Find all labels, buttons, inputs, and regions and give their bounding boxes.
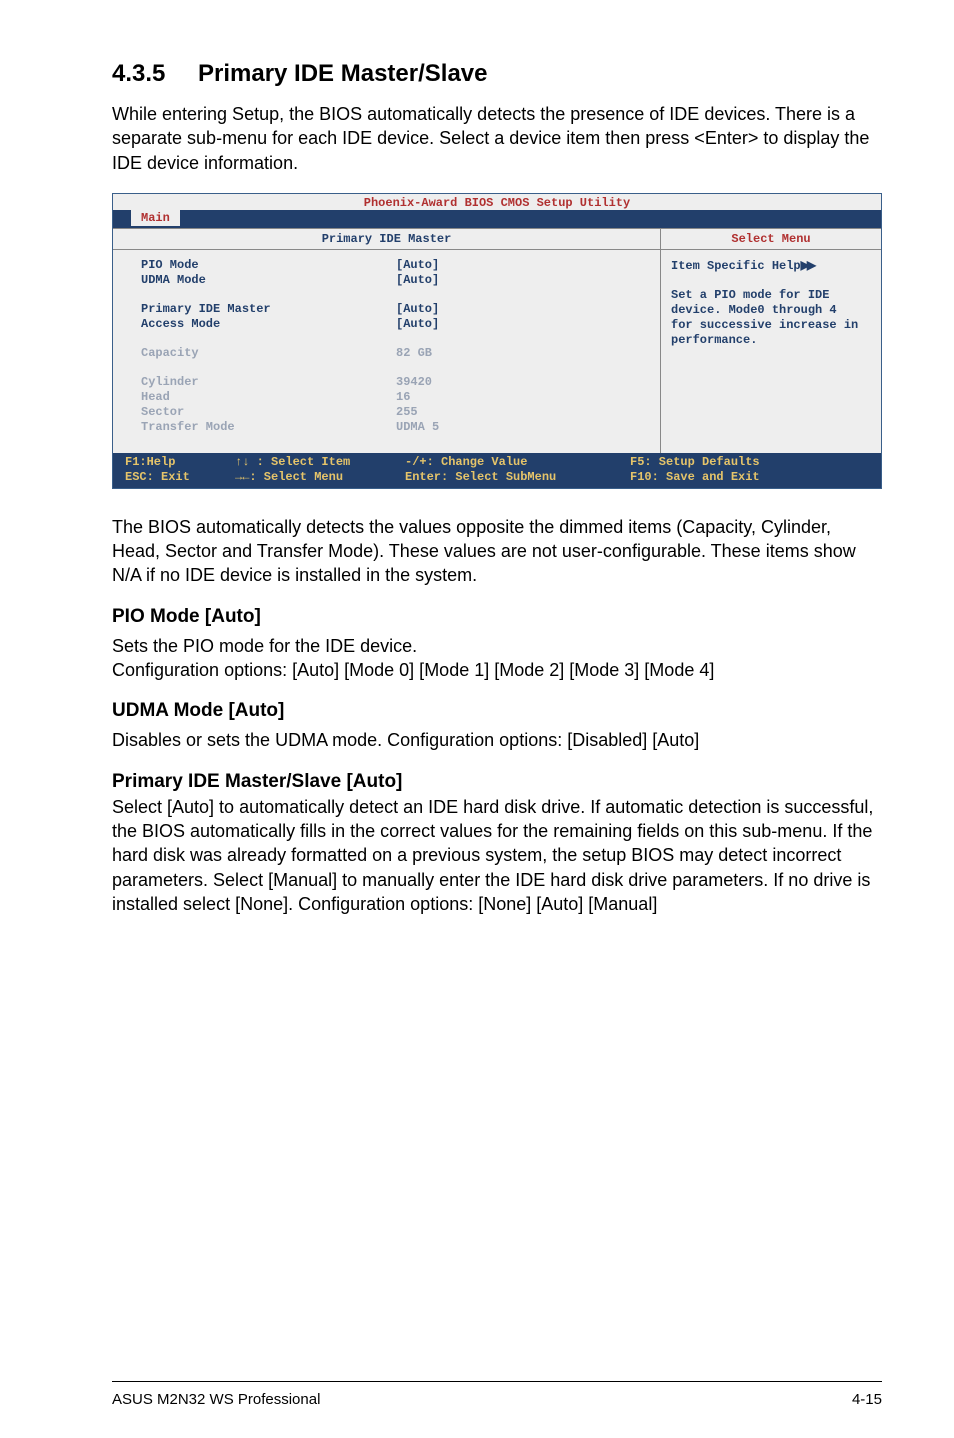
label: Sector: [141, 405, 396, 420]
value: 82 GB: [396, 346, 432, 361]
label: Primary IDE Master: [141, 302, 396, 317]
bios-row-primary-master[interactable]: Primary IDE Master[Auto]: [113, 302, 660, 317]
value: [Auto]: [396, 302, 439, 317]
footer-key-help: F1:Help: [125, 455, 235, 470]
section-title: Primary IDE Master/Slave: [198, 60, 488, 87]
bios-body: PIO Mode[Auto] UDMA Mode[Auto] Primary I…: [113, 250, 881, 453]
footer-product: ASUS M2N32 WS Professional: [112, 1391, 320, 1408]
bios-help-line: for successive increase in: [671, 318, 871, 333]
primary-ide-body: Select [Auto] to automatically detect an…: [112, 795, 882, 916]
bios-left-header: Primary IDE Master: [113, 229, 661, 249]
bios-row-transfer: Transfer ModeUDMA 5: [113, 420, 660, 435]
bios-row-head: Head16: [113, 390, 660, 405]
footer-key-select-menu: →←: Select Menu: [235, 470, 405, 485]
label: Head: [141, 390, 396, 405]
footer-page-number: 4-15: [852, 1391, 882, 1408]
footer-key-save-exit: F10: Save and Exit: [630, 470, 760, 485]
bios-help-line: performance.: [671, 333, 871, 348]
intro-paragraph: While entering Setup, the BIOS automatic…: [112, 102, 882, 175]
bios-row-udma[interactable]: UDMA Mode[Auto]: [113, 273, 660, 288]
pio-line2: Configuration options: [Auto] [Mode 0] […: [112, 658, 882, 682]
bios-help-panel: Item Specific Help▶▶ Set a PIO mode for …: [661, 250, 881, 453]
section-heading: 4.3.5Primary IDE Master/Slave: [112, 60, 882, 88]
page-footer: ASUS M2N32 WS Professional 4-15: [112, 1391, 882, 1408]
bios-footer: F1:Help ↑↓ : Select Item -/+: Change Val…: [113, 453, 881, 488]
value: 255: [396, 405, 418, 420]
bios-help-line: device. Mode0 through 4: [671, 303, 871, 318]
bios-row-cylinder: Cylinder39420: [113, 375, 660, 390]
label: Cylinder: [141, 375, 396, 390]
triangle-right-icon: ▶▶: [801, 258, 813, 272]
footer-key-change-value: -/+: Change Value: [405, 455, 630, 470]
bios-tab-row: Main: [113, 210, 881, 228]
value: [Auto]: [396, 258, 439, 273]
label: Capacity: [141, 346, 396, 361]
value: [Auto]: [396, 317, 439, 332]
bios-row-access-mode[interactable]: Access Mode[Auto]: [113, 317, 660, 332]
value: 39420: [396, 375, 432, 390]
bios-left-column: PIO Mode[Auto] UDMA Mode[Auto] Primary I…: [113, 250, 661, 453]
bios-tab-main[interactable]: Main: [131, 210, 180, 226]
bios-help-title: Item Specific Help▶▶: [671, 258, 871, 274]
label: UDMA Mode: [141, 273, 396, 288]
heading-pio-mode: PIO Mode [Auto]: [112, 606, 882, 628]
label: Access Mode: [141, 317, 396, 332]
value: UDMA 5: [396, 420, 439, 435]
heading-udma-mode: UDMA Mode [Auto]: [112, 700, 882, 722]
paragraph-dimmed-note: The BIOS automatically detects the value…: [112, 515, 882, 588]
bios-right-header: Select Menu: [661, 229, 881, 249]
footer-divider: [112, 1381, 882, 1382]
value: [Auto]: [396, 273, 439, 288]
bios-help-line: Set a PIO mode for IDE: [671, 288, 871, 303]
udma-line: Disables or sets the UDMA mode. Configur…: [112, 728, 882, 752]
bios-utility-title: Phoenix-Award BIOS CMOS Setup Utility: [113, 194, 881, 210]
bios-row-capacity: Capacity82 GB: [113, 346, 660, 361]
footer-key-exit: ESC: Exit: [125, 470, 235, 485]
section-number: 4.3.5: [112, 60, 198, 88]
value: 16: [396, 390, 410, 405]
heading-primary-ide: Primary IDE Master/Slave [Auto]: [112, 771, 882, 793]
bios-panel: Phoenix-Award BIOS CMOS Setup Utility Ma…: [112, 193, 882, 489]
pio-line1: Sets the PIO mode for the IDE device.: [112, 634, 882, 658]
footer-key-submenu: Enter: Select SubMenu: [405, 470, 630, 485]
bios-row-sector: Sector255: [113, 405, 660, 420]
footer-key-select-item: ↑↓ : Select Item: [235, 455, 405, 470]
label: Transfer Mode: [141, 420, 396, 435]
label: PIO Mode: [141, 258, 396, 273]
footer-key-setup-defaults: F5: Setup Defaults: [630, 455, 760, 470]
bios-header-row: Primary IDE Master Select Menu: [113, 228, 881, 250]
bios-row-pio[interactable]: PIO Mode[Auto]: [113, 258, 660, 273]
